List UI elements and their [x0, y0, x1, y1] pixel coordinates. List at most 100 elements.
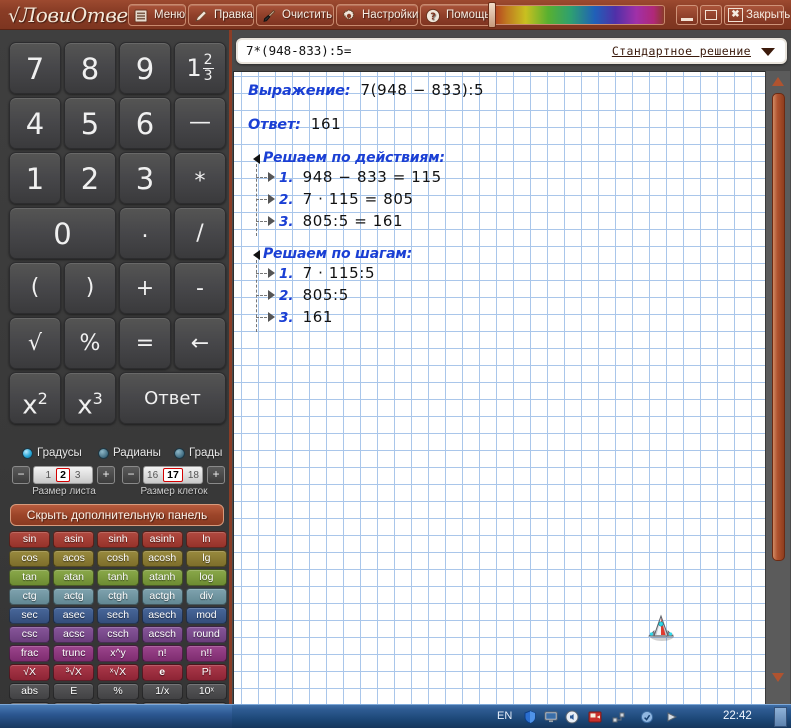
monitor-icon[interactable] — [544, 710, 558, 724]
fn-asin[interactable]: asin — [53, 531, 95, 548]
taskbar-language-indicator[interactable]: EN — [497, 709, 512, 723]
fn-csch[interactable]: csch — [97, 626, 139, 643]
key-8[interactable]: 8 — [64, 42, 116, 94]
key-percent[interactable]: % — [64, 317, 116, 369]
fn-actg[interactable]: actg — [53, 588, 95, 605]
fn-exponent-e[interactable]: E — [53, 683, 95, 700]
key-backspace[interactable]: ← — [174, 317, 226, 369]
key-5[interactable]: 5 — [64, 97, 116, 149]
key-divide[interactable]: / — [174, 207, 226, 259]
fn-reciprocal[interactable]: 1/x — [141, 683, 183, 700]
sheet-size-option-3[interactable]: 3 — [74, 470, 82, 481]
cell-size-values[interactable]: 16 17 18 — [143, 466, 203, 484]
key-fraction-bar[interactable]: — — [174, 97, 226, 149]
fn-acsc[interactable]: acsc — [53, 626, 95, 643]
fn-ctg[interactable]: ctg — [9, 588, 51, 605]
radio-grads[interactable]: Грады — [174, 444, 222, 462]
fn-cosh[interactable]: cosh — [97, 550, 139, 567]
hide-extra-panel-button[interactable]: Скрыть дополнительную панель — [10, 504, 224, 526]
fn-double-factorial[interactable]: n!! — [185, 645, 228, 662]
sheet-size-increment[interactable]: + — [97, 466, 115, 484]
maximize-button[interactable] — [700, 5, 722, 25]
sheet-size-decrement[interactable]: − — [12, 466, 30, 484]
help-button[interactable]: ? Помощь — [420, 4, 492, 26]
fn-round[interactable]: round — [185, 626, 228, 643]
solution-mode-label[interactable]: Стандартное решение — [612, 40, 751, 62]
key-4[interactable]: 4 — [9, 97, 61, 149]
fn-div[interactable]: div — [185, 588, 228, 605]
shield-icon[interactable] — [523, 710, 537, 724]
fn-sin[interactable]: sin — [9, 531, 51, 548]
fn-percent[interactable]: % — [97, 683, 139, 700]
fn-asec[interactable]: asec — [53, 607, 95, 624]
settings-button[interactable]: Настройки — [336, 4, 418, 26]
cell-size-option-18[interactable]: 18 — [187, 470, 200, 481]
fn-ln[interactable]: ln — [185, 531, 228, 548]
taskbar-resize-handle[interactable] — [774, 707, 787, 727]
media-icon[interactable] — [588, 710, 602, 724]
key-decimal-point[interactable]: . — [119, 207, 171, 259]
key-2[interactable]: 2 — [64, 152, 116, 204]
fn-ctgh[interactable]: ctgh — [97, 588, 139, 605]
key-x-cubed[interactable]: x3 — [64, 372, 116, 424]
fn-cbrt-x[interactable]: ³√X — [53, 664, 95, 681]
key-7[interactable]: 7 — [9, 42, 61, 94]
cell-size-option-16[interactable]: 16 — [146, 470, 159, 481]
scroll-down-button[interactable] — [769, 669, 788, 685]
key-9[interactable]: 9 — [119, 42, 171, 94]
fn-sech[interactable]: sech — [97, 607, 139, 624]
fn-sec[interactable]: sec — [9, 607, 51, 624]
fn-csc[interactable]: csc — [9, 626, 51, 643]
fn-tanh[interactable]: tanh — [97, 569, 139, 586]
vertical-scrollbar-thumb[interactable] — [772, 93, 785, 561]
sheet-size-current[interactable]: 2 — [56, 468, 70, 482]
key-answer[interactable]: Ответ — [119, 372, 226, 424]
key-1[interactable]: 1 — [9, 152, 61, 204]
fn-abs[interactable]: abs — [9, 683, 51, 700]
key-mixed-fraction[interactable]: 1 2 3 — [174, 42, 226, 94]
fn-acosh[interactable]: acosh — [141, 550, 183, 567]
clear-button[interactable]: Очистить — [256, 4, 334, 26]
network-icon[interactable] — [612, 710, 626, 724]
key-6[interactable]: 6 — [119, 97, 171, 149]
collapse-triangle-icon[interactable] — [253, 250, 260, 260]
vertical-scrollbar[interactable] — [765, 71, 790, 708]
fn-acsch[interactable]: acsch — [141, 626, 183, 643]
fn-mod[interactable]: mod — [185, 607, 228, 624]
key-multiply[interactable]: * — [174, 152, 226, 204]
sheet-size-values[interactable]: 1 2 3 — [33, 466, 93, 484]
key-3[interactable]: 3 — [119, 152, 171, 204]
scroll-up-button[interactable] — [769, 73, 788, 89]
fn-acos[interactable]: acos — [53, 550, 95, 567]
cell-size-decrement[interactable]: − — [122, 466, 140, 484]
fn-nth-root-x[interactable]: ˣ√X — [97, 664, 139, 681]
menu-button[interactable]: Меню — [128, 4, 186, 26]
key-0[interactable]: 0 — [9, 207, 116, 259]
key-right-paren[interactable]: ) — [64, 262, 116, 314]
arrow-icon[interactable] — [665, 710, 679, 724]
worksheet[interactable]: Выражение: 7(948 − 833):5 Ответ: 161 Реш… — [233, 71, 774, 728]
cell-size-increment[interactable]: + — [207, 466, 225, 484]
fn-atan[interactable]: atan — [53, 569, 95, 586]
fn-euler-e[interactable]: e — [141, 664, 183, 681]
expression-bar[interactable]: 7*(948-833):5= Стандартное решение — [236, 38, 787, 64]
color-gradient-slider[interactable] — [490, 5, 665, 25]
speaker-icon[interactable] — [565, 710, 579, 724]
fn-asech[interactable]: asech — [141, 607, 183, 624]
fn-trunc[interactable]: trunc — [53, 645, 95, 662]
color-slider-handle[interactable] — [488, 2, 496, 28]
fn-lg[interactable]: lg — [185, 550, 228, 567]
fn-x-pow-y[interactable]: x^y — [97, 645, 139, 662]
fn-cos[interactable]: cos — [9, 550, 51, 567]
fn-sinh[interactable]: sinh — [97, 531, 139, 548]
minimize-button[interactable] — [676, 5, 698, 25]
key-x-squared[interactable]: x2 — [9, 372, 61, 424]
key-square-root[interactable]: √ — [9, 317, 61, 369]
key-plus[interactable]: + — [119, 262, 171, 314]
radio-degrees[interactable]: Градусы — [22, 444, 82, 462]
sheet-size-option-1[interactable]: 1 — [45, 470, 53, 481]
chevron-down-icon[interactable] — [761, 48, 775, 56]
key-equals[interactable]: = — [119, 317, 171, 369]
fn-frac[interactable]: frac — [9, 645, 51, 662]
fn-atanh[interactable]: atanh — [141, 569, 183, 586]
